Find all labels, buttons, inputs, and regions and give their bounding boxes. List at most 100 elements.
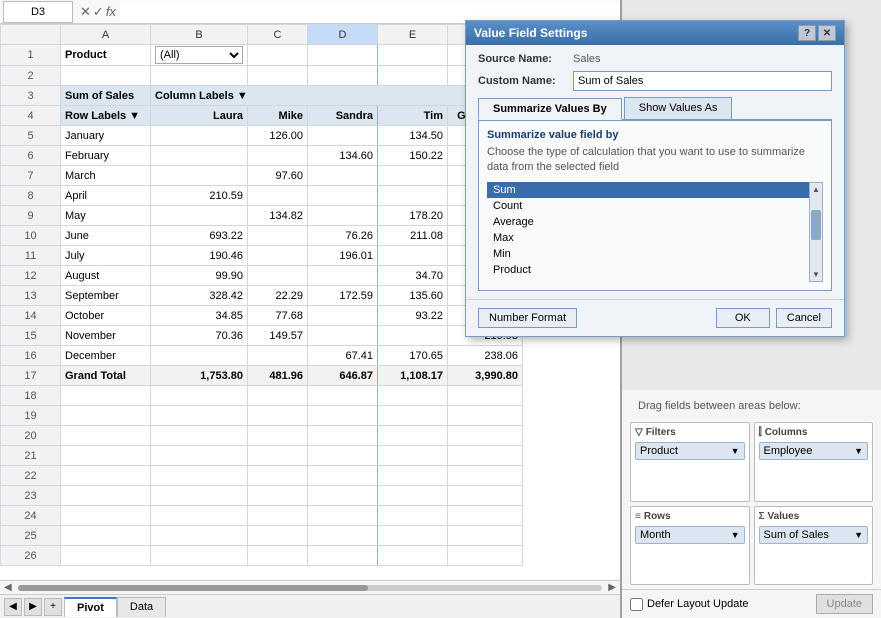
grid-cell[interactable] — [151, 426, 248, 446]
tab-show-values-as[interactable]: Show Values As — [624, 97, 733, 119]
grid-cell[interactable]: (All) — [151, 45, 248, 66]
scroll-thumb-h[interactable] — [18, 585, 369, 591]
grid-cell[interactable]: May — [61, 206, 151, 226]
table-row[interactable]: 12August99.9034.70134.60 — [1, 266, 523, 286]
grid-cell[interactable] — [378, 45, 448, 66]
scroll-left-btn[interactable]: ◀ — [0, 582, 16, 593]
grid-cell[interactable] — [448, 406, 523, 426]
grid-cell[interactable] — [248, 406, 308, 426]
tab-scroll-prev[interactable]: ◀ — [4, 598, 22, 616]
table-row[interactable]: 3Sum of SalesColumn Labels ▼ — [1, 86, 523, 106]
table-row[interactable]: 15November70.36149.57219.93 — [1, 326, 523, 346]
col-header-b[interactable]: B — [151, 25, 248, 45]
grid-cell[interactable] — [308, 486, 378, 506]
grid-cell[interactable]: 150.22 — [378, 146, 448, 166]
grid-cell[interactable]: 646.87 — [308, 366, 378, 386]
grid-cell[interactable] — [248, 45, 308, 66]
grid-cell[interactable]: Sandra — [308, 106, 378, 126]
calc-option[interactable]: Max — [487, 230, 809, 246]
custom-name-input[interactable] — [573, 71, 832, 91]
grid-cell[interactable]: 22.29 — [248, 286, 308, 306]
grid-cell[interactable]: February — [61, 146, 151, 166]
grid-cell[interactable] — [151, 446, 248, 466]
grid-cell[interactable] — [248, 426, 308, 446]
table-row[interactable]: 18 — [1, 386, 523, 406]
table-row[interactable]: 16December67.41170.65238.06 — [1, 346, 523, 366]
grid-cell[interactable] — [61, 486, 151, 506]
number-format-button[interactable]: Number Format — [478, 308, 577, 328]
table-row[interactable]: 26 — [1, 546, 523, 566]
grid-cell[interactable] — [151, 166, 248, 186]
grid-cell[interactable] — [61, 446, 151, 466]
grid-cell[interactable] — [61, 546, 151, 566]
grid-cell[interactable] — [151, 66, 248, 86]
grid-cell[interactable] — [248, 386, 308, 406]
grid-cell[interactable] — [308, 386, 378, 406]
calc-list[interactable]: SumCountAverageMaxMinProduct — [487, 182, 809, 282]
table-row[interactable]: 21 — [1, 446, 523, 466]
scroll-thumb[interactable] — [811, 210, 821, 240]
table-row[interactable]: 13September328.4222.29172.59135.60658.90 — [1, 286, 523, 306]
grid-cell[interactable]: 190.46 — [151, 246, 248, 266]
grid-cell[interactable]: Tim — [378, 106, 448, 126]
table-row[interactable]: 1Product(All) — [1, 45, 523, 66]
grid-cell[interactable] — [61, 426, 151, 446]
defer-label[interactable]: Defer Layout Update — [630, 598, 749, 611]
grid-cell[interactable] — [308, 526, 378, 546]
grid-cell[interactable]: 238.06 — [448, 346, 523, 366]
grid-cell[interactable] — [151, 506, 248, 526]
grid-cell[interactable] — [378, 506, 448, 526]
table-row[interactable]: 10June693.2276.26211.08980.56 — [1, 226, 523, 246]
grid-cell[interactable] — [308, 186, 378, 206]
grid-cell[interactable] — [248, 66, 308, 86]
tab-scroll-next[interactable]: ▶ — [24, 598, 42, 616]
dialog-help-button[interactable]: ? — [798, 25, 816, 41]
field-dropdown-icon[interactable]: ▼ — [854, 530, 863, 540]
defer-checkbox[interactable] — [630, 598, 643, 611]
grid-cell[interactable]: 97.60 — [248, 166, 308, 186]
grid-cell[interactable]: 70.36 — [151, 326, 248, 346]
grid-cell[interactable] — [151, 546, 248, 566]
grid-cell[interactable]: 34.85 — [151, 306, 248, 326]
grid-cell[interactable] — [378, 246, 448, 266]
grid-cell[interactable]: 693.22 — [151, 226, 248, 246]
col-header-d[interactable]: D — [308, 25, 378, 45]
calc-option[interactable]: Sum — [487, 182, 809, 198]
grid-cell[interactable]: 149.57 — [248, 326, 308, 346]
grid-cell[interactable] — [378, 186, 448, 206]
calc-option[interactable]: Product — [487, 262, 809, 278]
field-dropdown-icon[interactable]: ▼ — [731, 530, 740, 540]
grid-cell[interactable] — [151, 206, 248, 226]
ok-button[interactable]: OK — [716, 308, 770, 328]
grid-cell[interactable] — [378, 526, 448, 546]
calc-option[interactable]: Count — [487, 198, 809, 214]
grid-cell[interactable]: 93.22 — [378, 306, 448, 326]
grid-cell[interactable]: March — [61, 166, 151, 186]
grid-cell[interactable] — [378, 66, 448, 86]
grid-cell[interactable] — [151, 406, 248, 426]
grid-cell[interactable]: 135.60 — [378, 286, 448, 306]
grid-cell[interactable] — [308, 166, 378, 186]
scroll-down-arrow[interactable]: ▼ — [812, 268, 820, 281]
grid-cell[interactable] — [151, 386, 248, 406]
grid-cell[interactable]: 3,990.80 — [448, 366, 523, 386]
grid-cell[interactable] — [61, 66, 151, 86]
grid-cell[interactable]: January — [61, 126, 151, 146]
grid-cell[interactable] — [308, 446, 378, 466]
grid-cell[interactable] — [151, 526, 248, 546]
grid-cell[interactable] — [308, 45, 378, 66]
grid-cell[interactable] — [61, 466, 151, 486]
grid-cell[interactable]: 134.50 — [378, 126, 448, 146]
grid-cell[interactable] — [378, 386, 448, 406]
grid-cell[interactable] — [61, 386, 151, 406]
pivot-field-sum-sales[interactable]: Sum of Sales ▼ — [759, 526, 869, 544]
grid-cell[interactable] — [448, 446, 523, 466]
list-scrollbar[interactable]: ▲ ▼ — [809, 182, 823, 282]
grid-cell[interactable] — [61, 526, 151, 546]
grid-cell[interactable] — [248, 246, 308, 266]
table-row[interactable]: 23 — [1, 486, 523, 506]
grid-cell[interactable]: 210.59 — [151, 186, 248, 206]
table-row[interactable]: 24 — [1, 506, 523, 526]
table-row[interactable]: 4Row Labels ▼LauraMikeSandraTimGrand Tot… — [1, 106, 523, 126]
grid-cell[interactable] — [308, 466, 378, 486]
